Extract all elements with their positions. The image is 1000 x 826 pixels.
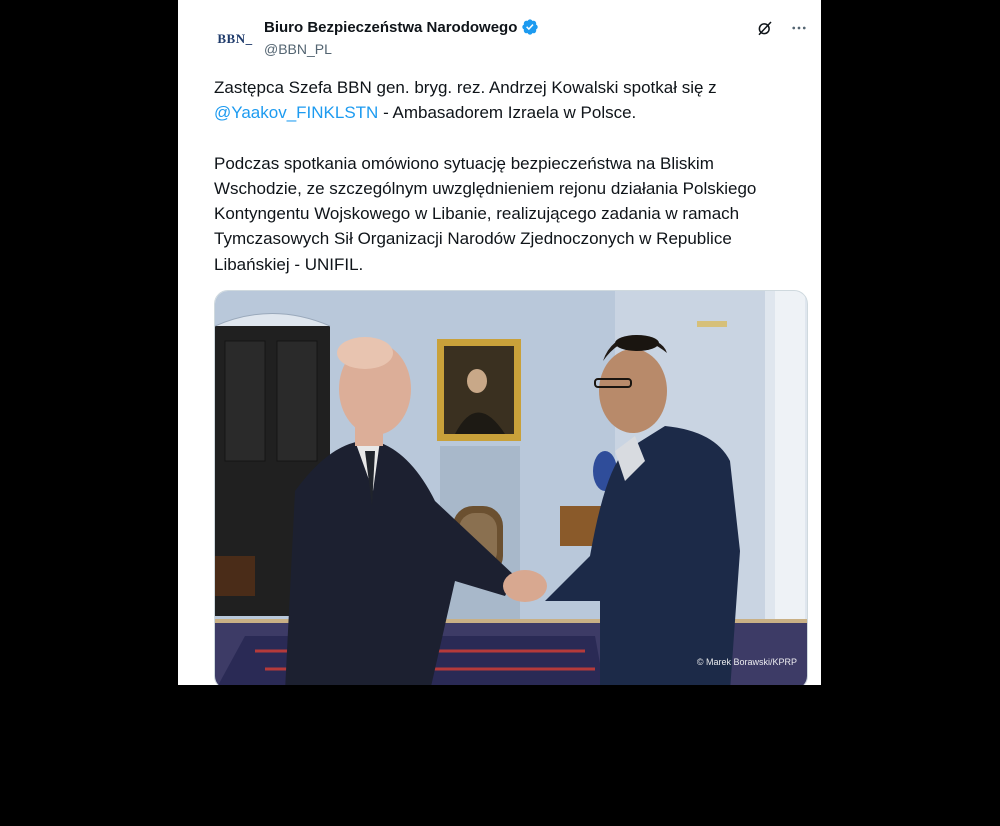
tweet-paragraph-2: Podczas spotkania omówiono sytuację bezp… bbox=[214, 153, 757, 274]
photo-credit: © Marek Borawski/KPRP bbox=[696, 657, 797, 667]
tweet-top-actions bbox=[755, 18, 809, 38]
author-handle[interactable]: @BBN_PL bbox=[264, 41, 332, 57]
grok-icon-glyph bbox=[758, 21, 772, 36]
tweet-card: BBN Biuro Bezpieczeństwa Narodowego @BBN… bbox=[178, 0, 821, 685]
more-icon[interactable] bbox=[789, 18, 809, 38]
avatar-logo-text: BBN bbox=[217, 31, 252, 47]
author-name-row: Biuro Bezpieczeństwa Narodowego bbox=[264, 18, 539, 36]
tweet-paragraph-1: Zastępca Szefa BBN gen. bryg. rez. Andrz… bbox=[214, 75, 804, 126]
photo-illustration bbox=[215, 291, 807, 685]
mention-link[interactable]: @Yaakov_FINKLSTN bbox=[214, 103, 378, 122]
tweet-text: Zastępca Szefa BBN gen. bryg. rez. Andrz… bbox=[214, 75, 804, 277]
more-icon-glyph bbox=[792, 26, 806, 30]
tweet-text-part2: - Ambasadorem Izraela w Polsce. bbox=[378, 103, 637, 123]
tweet-photo[interactable]: © Marek Borawski/KPRP bbox=[214, 290, 808, 685]
tweet-text-part1: Zastępca Szefa BBN gen. bryg. rez. Andrz… bbox=[214, 78, 717, 97]
grok-icon[interactable] bbox=[755, 18, 775, 38]
author-display-name[interactable]: Biuro Bezpieczeństwa Narodowego bbox=[264, 19, 517, 36]
avatar[interactable]: BBN bbox=[215, 23, 255, 55]
verified-badge-icon bbox=[522, 19, 539, 35]
